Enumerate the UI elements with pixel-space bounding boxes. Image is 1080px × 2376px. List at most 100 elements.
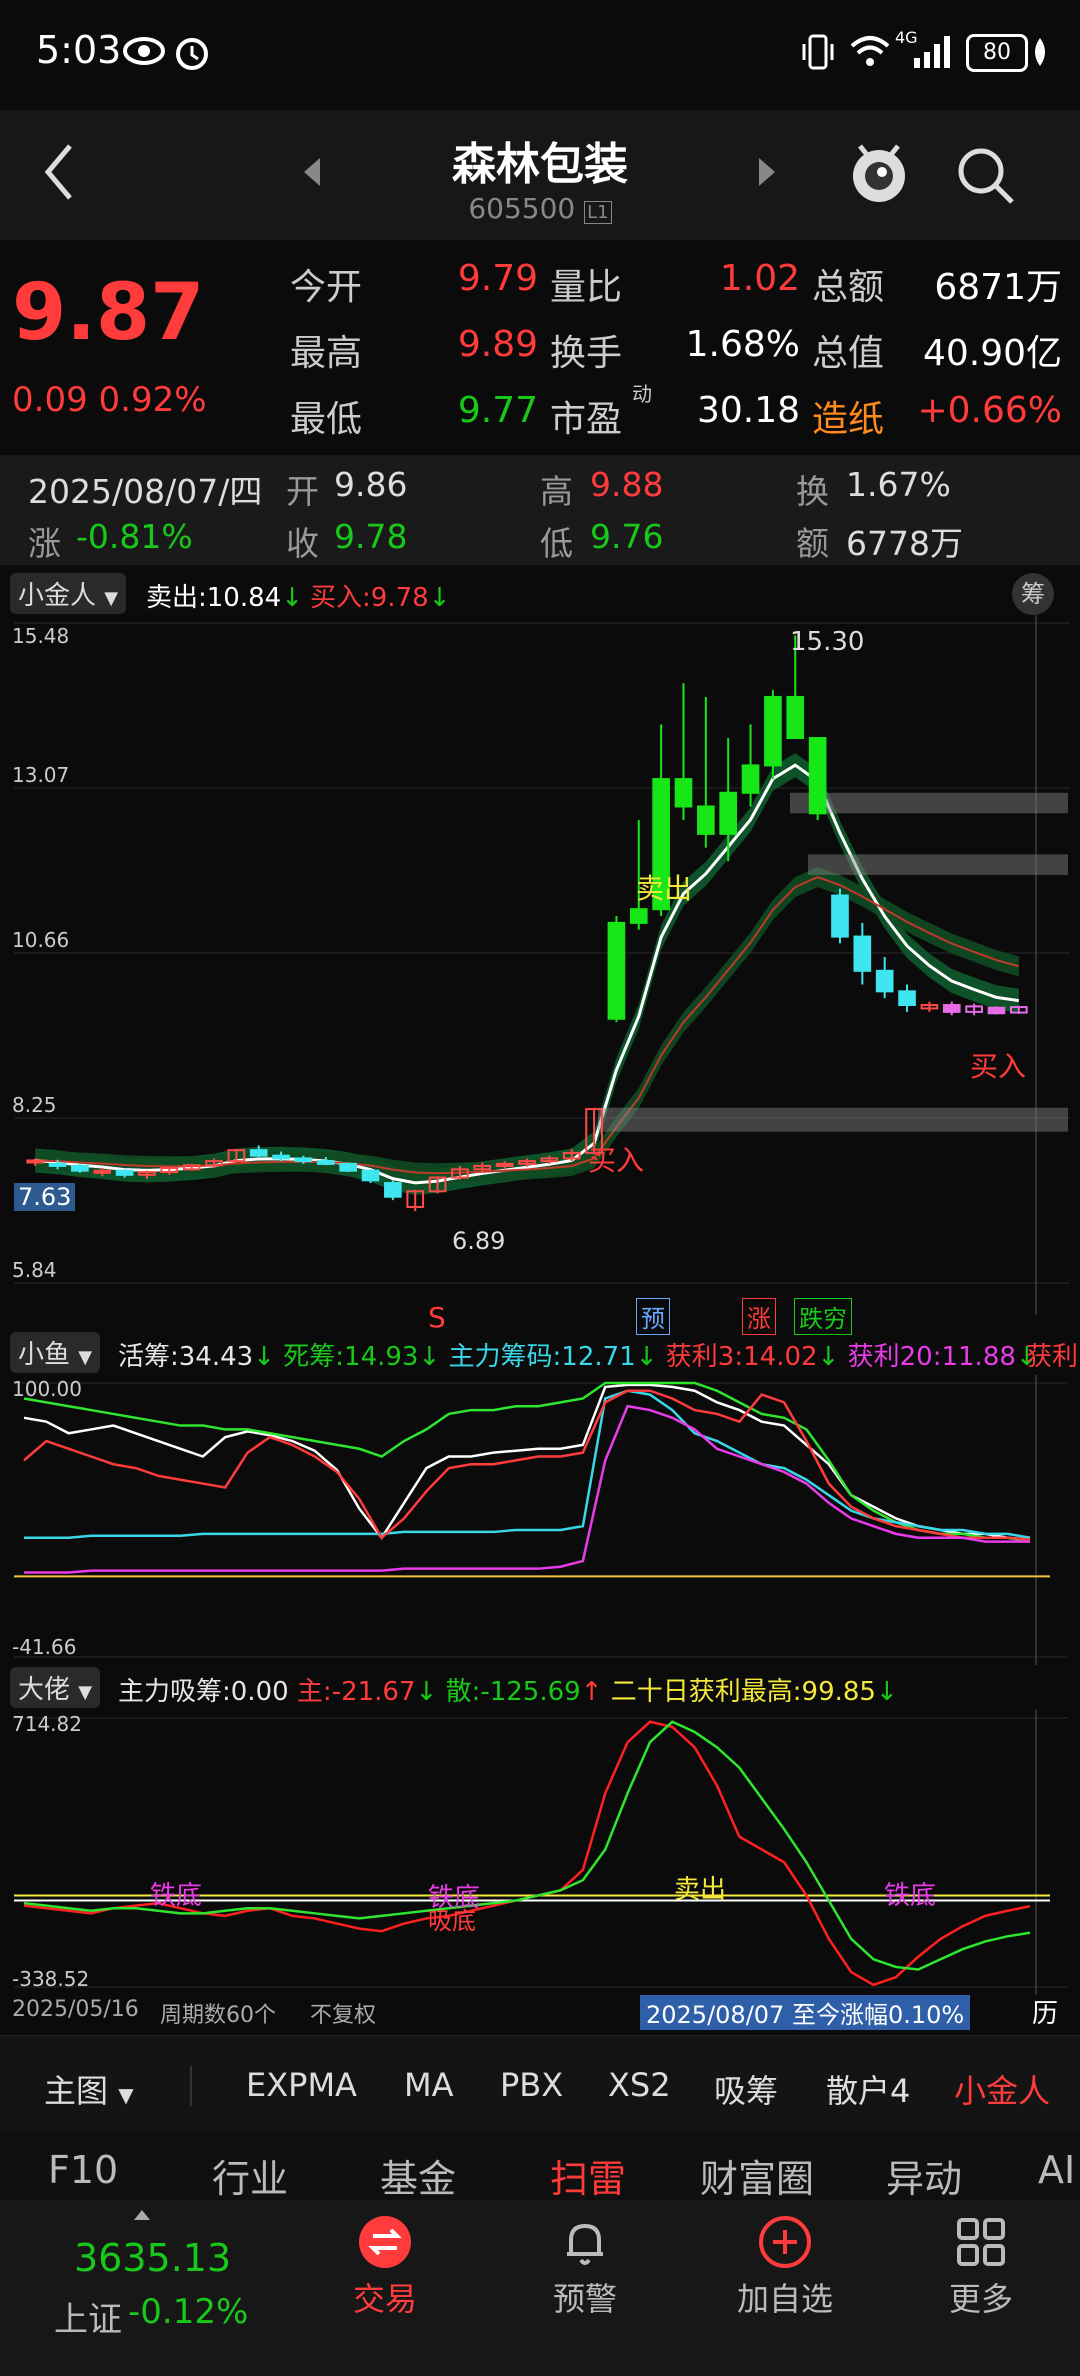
tab-absorb[interactable]: 吸筹: [714, 2066, 778, 2112]
sector-label[interactable]: 造纸: [812, 390, 884, 442]
stock-header: 森林包装 605500 L1: [0, 110, 1080, 240]
candle-body: [741, 764, 760, 794]
vibrate-icon: [802, 34, 834, 70]
high-marker-label: 15.30: [790, 627, 865, 657]
main-indicator-dropdown[interactable]: 小金人 ▼: [10, 573, 127, 614]
sub1-indicator-dropdown[interactable]: 小鱼 ▼: [10, 1332, 101, 1373]
bottom-bar: 3635.13 上证 -0.12% 交易 预警 加自选 更多: [0, 2200, 1080, 2376]
main-chart-selector[interactable]: 主图 ▼: [44, 2066, 134, 2112]
sell-legend: 卖出:10.84↓: [146, 577, 303, 614]
last-price: 9.87: [12, 268, 205, 358]
sub2-item-2: 散:-125.69↑: [445, 1677, 603, 1707]
day-low-label: 低: [540, 524, 573, 563]
series-line-4: [24, 1404, 1030, 1574]
mascot-icon[interactable]: [846, 136, 912, 206]
low-marker-label: 6.89: [452, 1227, 506, 1255]
candle-body: [71, 1164, 89, 1172]
pe-sup: 动: [632, 382, 652, 406]
add-circle-icon: [759, 2216, 811, 2268]
amount-value: 6871万: [934, 267, 1062, 308]
sub1-y-top: 100.00: [12, 1377, 82, 1401]
candle-body: [831, 894, 849, 938]
market-cap-label: 总值: [812, 333, 885, 374]
candle-body: [719, 791, 738, 835]
sub2-y-top: 714.82: [12, 1712, 82, 1736]
buy-legend: 买入:9.78↓: [310, 577, 450, 614]
add-watch-label: 加自选: [736, 2280, 833, 2318]
stock-code: 605500: [468, 192, 576, 225]
history-button[interactable]: 历: [1032, 1993, 1058, 2030]
day-turn-label: 换: [796, 472, 829, 511]
more-button[interactable]: 更多: [926, 2214, 1036, 2354]
sub1-items: 活筹:34.43↓ 死筹:14.93↓ 主力筹码:12.71↓ 获利3:14.0…: [118, 1336, 1038, 1373]
tab-pbx[interactable]: PBX: [500, 2066, 563, 2104]
tab-industry[interactable]: 行业: [212, 2148, 288, 2203]
tab-f10[interactable]: F10: [48, 2148, 118, 2192]
candlestick-chart[interactable]: 15.48 13.07 10.66 8.25 5.84: [0, 615, 1080, 1315]
tab-ma[interactable]: MA: [404, 2066, 454, 2104]
adjust-mode[interactable]: 不复权: [310, 1997, 376, 2029]
prev-stock-icon[interactable]: [300, 156, 324, 188]
buy-signal-1: 买入: [588, 1144, 645, 1177]
day-info-panel: 2025/08/07/四 开 9.86 高 9.88 换 1.67% 涨 -0.…: [0, 455, 1080, 565]
sell-signal: 卖出: [636, 872, 693, 905]
candle-body: [786, 695, 805, 740]
series-line-1: [23, 1381, 1031, 1543]
candle-body: [674, 778, 693, 808]
tab-ai[interactable]: AI: [1038, 2148, 1075, 2192]
sub1-chart[interactable]: [0, 1375, 1080, 1665]
tab-retail4[interactable]: 散户4: [826, 2066, 910, 2112]
y-tick-label: 8.25: [12, 1093, 57, 1117]
chip-button[interactable]: 筹: [1012, 573, 1054, 615]
day-close: 9.78: [334, 517, 408, 556]
y-tick-label: 5.84: [12, 1258, 57, 1282]
eye-icon: [123, 37, 165, 65]
add-watch-button[interactable]: 加自选: [720, 2214, 850, 2354]
next-stock-icon[interactable]: [755, 156, 779, 188]
sub1-item-5: 获利: [1026, 1342, 1079, 1372]
pressure-zone: [790, 792, 1068, 814]
search-icon[interactable]: [956, 146, 1016, 206]
day-open-label: 开: [286, 472, 319, 511]
day-open: 9.86: [334, 465, 408, 504]
battery-icon: 80: [966, 34, 1028, 72]
current-price-tag: 7.63: [14, 1183, 76, 1211]
tab-movement[interactable]: 异动: [886, 2148, 962, 2203]
chevron-down-icon: ▼: [118, 2083, 134, 2107]
price-change: 0.09 0.92%: [12, 380, 207, 420]
sub2-indicator-dropdown[interactable]: 大佬 ▼: [10, 1667, 101, 1708]
alert-button[interactable]: 预警: [530, 2214, 640, 2354]
index-value[interactable]: 3635.13: [74, 2236, 231, 2280]
leaf-icon: [1035, 38, 1045, 66]
tab-xs2[interactable]: XS2: [608, 2066, 671, 2104]
candle-body: [853, 935, 872, 972]
day-date: 2025/08/07/四: [28, 472, 263, 511]
sector-change: +0.66%: [917, 390, 1062, 431]
tab-scan[interactable]: 扫雷: [550, 2148, 626, 2203]
divider: [190, 2066, 192, 2106]
nav-tab-bar: F10 行业 基金 扫雷 财富圈 异动 AI: [0, 2130, 1080, 2210]
tab-xiaojinren[interactable]: 小金人: [954, 2066, 1050, 2112]
sub1-item-4: 获利20:11.88↓: [847, 1342, 1038, 1372]
day-amt-label: 额: [796, 524, 829, 563]
sub2-chart[interactable]: [0, 1710, 1080, 1995]
sub1-item-1: 死筹:14.93↓: [283, 1342, 441, 1372]
chevron-up-icon[interactable]: [132, 2208, 152, 2222]
candle-body: [316, 1160, 335, 1165]
back-icon[interactable]: [40, 142, 80, 202]
vol-ratio-label: 量比: [550, 267, 623, 308]
sub2-indicator-label: 大佬: [18, 1675, 71, 1705]
trade-button[interactable]: 交易: [330, 2214, 440, 2354]
iron-bottom-3: 铁底: [884, 1881, 937, 1911]
tab-expma[interactable]: EXPMA: [246, 2066, 357, 2104]
ma-band-lower: [35, 867, 1019, 1184]
status-time: 5:03: [36, 28, 122, 72]
range-return: 2025/08/07 至今涨幅0.10%: [640, 1995, 971, 2030]
bell-icon: [567, 2223, 603, 2265]
sub1-item-0: 活筹:34.43↓: [118, 1342, 275, 1372]
charts-area[interactable]: 小金人 ▼ 卖出:10.84↓ 买入:9.78↓ 筹 15.48 13.07 10.…: [0, 565, 1080, 2035]
candle-body: [875, 969, 894, 993]
sub1-item-2: 主力筹码:12.71↓: [448, 1342, 658, 1372]
tab-fund[interactable]: 基金: [380, 2148, 456, 2203]
tab-wealth-circle[interactable]: 财富圈: [700, 2148, 814, 2203]
